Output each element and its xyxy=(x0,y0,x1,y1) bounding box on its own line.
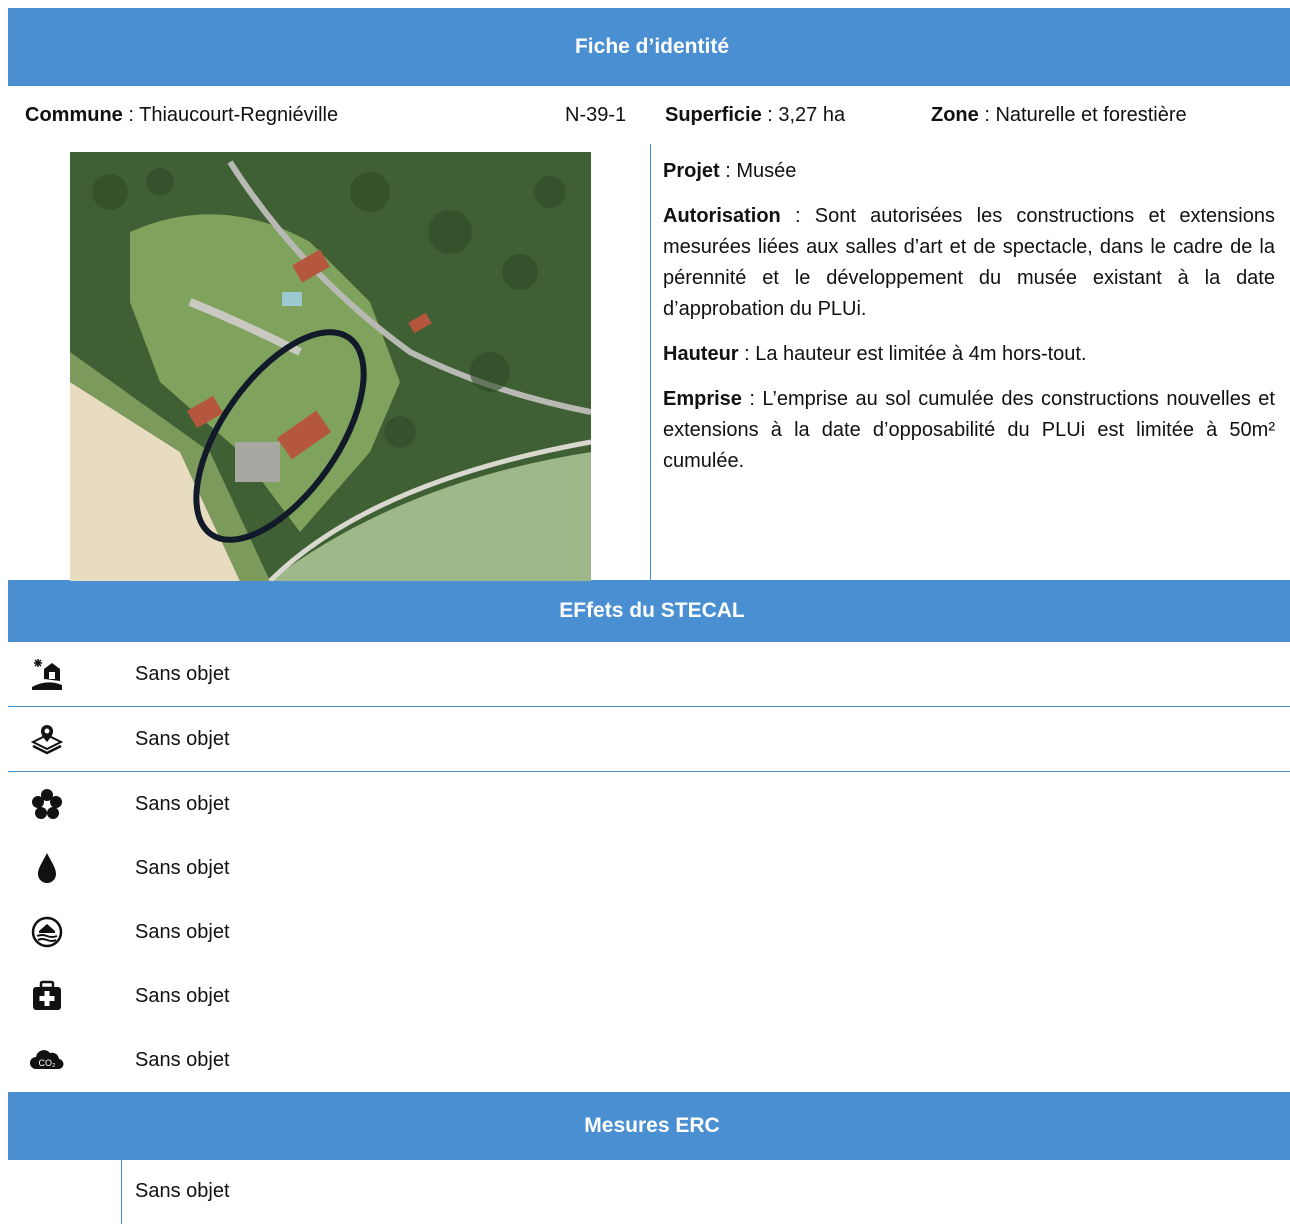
erc-row: Sans objet xyxy=(8,1160,1290,1224)
zone-field: Zone : Naturelle et forestière xyxy=(931,104,1187,127)
commune-field: Commune : Thiaucourt-Regniéville xyxy=(25,104,338,127)
projet-paragraph: Projet : Musée xyxy=(663,156,1275,187)
zone-value: : Naturelle et forestière xyxy=(978,103,1187,126)
effect-row: Sans objet xyxy=(8,900,1290,964)
effect-text: Sans objet xyxy=(135,856,230,879)
section-title: Fiche d’identité xyxy=(574,35,729,58)
superficie-value: : 3,27 ha xyxy=(761,103,846,126)
effect-row: Sans objet xyxy=(8,642,1290,707)
erc-divider xyxy=(121,1160,122,1224)
effect-text: Sans objet xyxy=(135,920,230,943)
hauteur-value: : La hauteur est limitée à 4m hors-tout. xyxy=(738,343,1087,365)
effect-text: Sans objet xyxy=(135,984,230,1007)
effect-text: Sans objet xyxy=(135,727,230,750)
superficie-field: Superficie : 3,27 ha xyxy=(665,104,845,127)
erc-text: Sans objet xyxy=(135,1180,230,1202)
map-pin-layers-icon xyxy=(30,722,64,756)
effect-row: CO₂ Sans objet xyxy=(8,1028,1290,1092)
photo-cell xyxy=(8,144,649,581)
section-title: EFfets du STECAL xyxy=(559,599,745,622)
section-header-effects: EFfets du STECAL xyxy=(8,580,1290,642)
emprise-label: Emprise xyxy=(663,388,742,410)
effect-row: Sans objet xyxy=(8,707,1290,772)
autorisation-paragraph: Autorisation : Sont autorisées les const… xyxy=(663,201,1275,325)
autorisation-label: Autorisation xyxy=(663,205,781,227)
effect-text: Sans objet xyxy=(135,792,230,815)
projet-label: Projet xyxy=(663,160,720,182)
superficie-label: Superficie xyxy=(665,103,762,126)
hauteur-label: Hauteur xyxy=(663,343,739,365)
column-divider xyxy=(650,144,651,580)
section-header-erc: Mesures ERC xyxy=(8,1092,1290,1160)
zone-label: Zone xyxy=(931,103,979,126)
emprise-paragraph: Emprise : L’emprise au sol cumulée des c… xyxy=(663,384,1275,477)
commune-label: Commune xyxy=(25,103,123,126)
rules-text: Projet : Musée Autorisation : Sont autor… xyxy=(663,144,1275,477)
section-header-identity: Fiche d’identité xyxy=(8,8,1290,86)
first-aid-kit-icon xyxy=(30,979,64,1013)
landscape-icon xyxy=(30,657,64,691)
effect-row: Sans objet xyxy=(8,772,1290,836)
section-title: Mesures ERC xyxy=(584,1114,720,1137)
co2-label: CO₂ xyxy=(39,1058,57,1068)
projet-value: : Musée xyxy=(719,160,797,182)
flower-icon xyxy=(30,787,64,821)
effects-list: Sans objet Sans objet Sans objet Sans ob… xyxy=(8,642,1290,1092)
aerial-photo xyxy=(70,152,591,581)
effect-text: Sans objet xyxy=(135,1048,230,1071)
commune-value: : Thiaucourt-Regniéville xyxy=(122,103,339,126)
effect-row: Sans objet xyxy=(8,964,1290,1028)
identity-sheet: Fiche d’identité Commune : Thiaucourt-Re… xyxy=(8,8,1290,1224)
flood-risk-icon xyxy=(30,915,64,949)
effect-row: Sans objet xyxy=(8,836,1290,900)
hauteur-paragraph: Hauteur : La hauteur est limitée à 4m ho… xyxy=(663,339,1275,370)
effect-text: Sans objet xyxy=(135,662,230,685)
zone-code: N-39-1 xyxy=(565,103,627,126)
co2-cloud-icon: CO₂ xyxy=(30,1043,64,1077)
identity-row: Commune : Thiaucourt-Regniéville N-39-1 … xyxy=(8,86,1290,144)
main-block: Projet : Musée Autorisation : Sont autor… xyxy=(8,144,1290,581)
emprise-value: : L’emprise au sol cumulée des construct… xyxy=(663,388,1275,472)
water-drop-icon xyxy=(30,851,64,885)
